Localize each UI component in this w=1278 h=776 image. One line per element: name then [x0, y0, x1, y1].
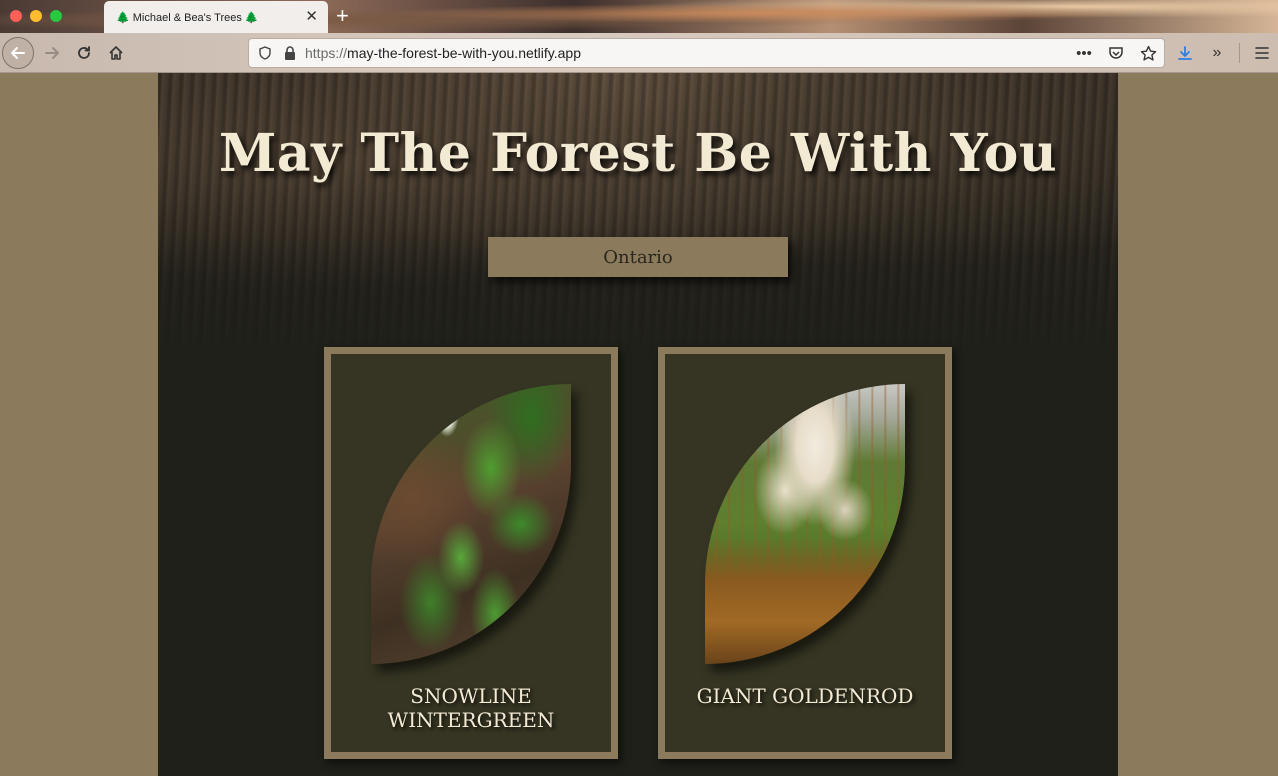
arrow-right-icon [45, 47, 59, 59]
plant-image [705, 384, 905, 664]
plant-card-label: Giant Goldenrod [696, 684, 914, 708]
overflow-menu-chevrons-icon[interactable]: » [1201, 37, 1233, 69]
bookmark-star-icon[interactable] [1138, 43, 1158, 63]
arrow-left-icon [11, 47, 25, 59]
forward-button[interactable] [36, 37, 68, 69]
browser-tab[interactable]: 🌲 Michael & Bea's Trees 🌲 ✕ [104, 1, 328, 33]
navigation-toolbar: https://may-the-forest-be-with-you.netli… [0, 33, 1278, 73]
minimize-window-button[interactable] [30, 10, 42, 22]
close-tab-icon[interactable]: ✕ [305, 9, 318, 25]
new-tab-button[interactable]: + [336, 3, 349, 29]
page-content: May The Forest Be With You Ontario Snowl… [158, 73, 1118, 776]
plant-card-label: Snowline Wintergreen [387, 684, 555, 732]
hamburger-menu-icon[interactable] [1246, 37, 1278, 69]
close-window-button[interactable] [10, 10, 22, 22]
maximize-window-button[interactable] [50, 10, 62, 22]
reload-icon [78, 46, 90, 59]
page-title: May The Forest Be With You [218, 123, 1058, 184]
tab-title: 🌲 Michael & Bea's Trees 🌲 [116, 11, 259, 24]
hero-bark-background [158, 73, 1118, 363]
url-text[interactable]: https://may-the-forest-be-with-you.netli… [305, 45, 581, 61]
lock-icon[interactable] [283, 45, 297, 61]
back-button[interactable] [2, 37, 34, 69]
url-host: may-the-forest-be-with-you.netlify.app [347, 45, 581, 61]
plant-card-giant-goldenrod[interactable]: Giant Goldenrod [658, 347, 952, 759]
tab-bar: 🌲 Michael & Bea's Trees 🌲 ✕ + [0, 0, 1278, 33]
page-actions-ellipsis-icon[interactable]: ••• [1074, 43, 1094, 63]
address-bar[interactable]: https://may-the-forest-be-with-you.netli… [248, 38, 1165, 68]
pocket-icon[interactable] [1106, 43, 1126, 63]
plant-image [371, 384, 571, 664]
downloads-icon[interactable] [1169, 37, 1201, 69]
tracking-protection-shield-icon[interactable] [257, 45, 273, 61]
toolbar-separator [1239, 43, 1240, 63]
url-protocol: https:// [305, 45, 348, 61]
region-select-button[interactable]: Ontario [488, 237, 788, 277]
home-icon [109, 46, 123, 60]
home-button[interactable] [100, 37, 132, 69]
plant-card-snowline-wintergreen[interactable]: Snowline Wintergreen [324, 347, 618, 759]
reload-button[interactable] [68, 37, 100, 69]
